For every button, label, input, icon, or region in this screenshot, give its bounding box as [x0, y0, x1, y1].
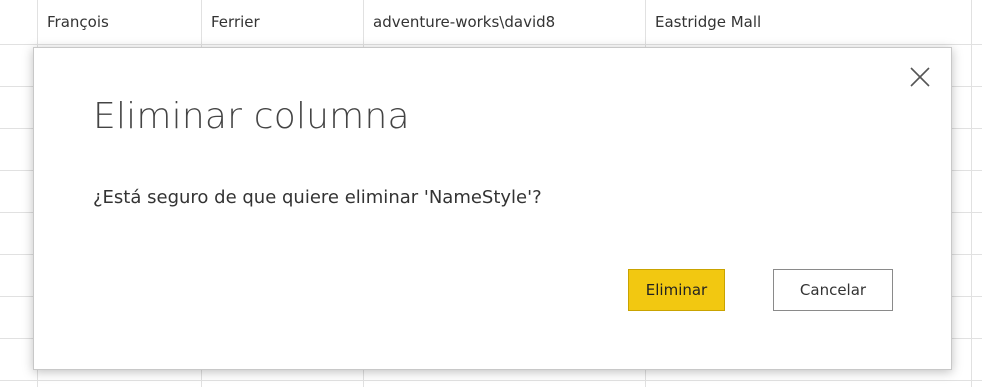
table-cell-last-name[interactable]: Ferrier: [211, 0, 359, 44]
column-divider: [971, 0, 972, 387]
app-window: François Ferrier adventure-works\david8 …: [0, 0, 982, 387]
cancel-button[interactable]: Cancelar: [773, 269, 893, 311]
delete-column-dialog: Eliminar columna ¿Está seguro de que qui…: [33, 47, 952, 370]
dialog-message: ¿Está seguro de que quiere eliminar 'Nam…: [93, 187, 542, 208]
table-cell-login[interactable]: adventure-works\david8: [373, 0, 641, 44]
table-cell-store[interactable]: Eastridge Mall: [655, 0, 965, 44]
close-button[interactable]: [907, 64, 933, 90]
close-icon: [910, 67, 930, 87]
dialog-title: Eliminar columna: [93, 96, 410, 137]
table-cell-first-name[interactable]: François: [47, 0, 197, 44]
confirm-delete-button[interactable]: Eliminar: [628, 269, 725, 311]
